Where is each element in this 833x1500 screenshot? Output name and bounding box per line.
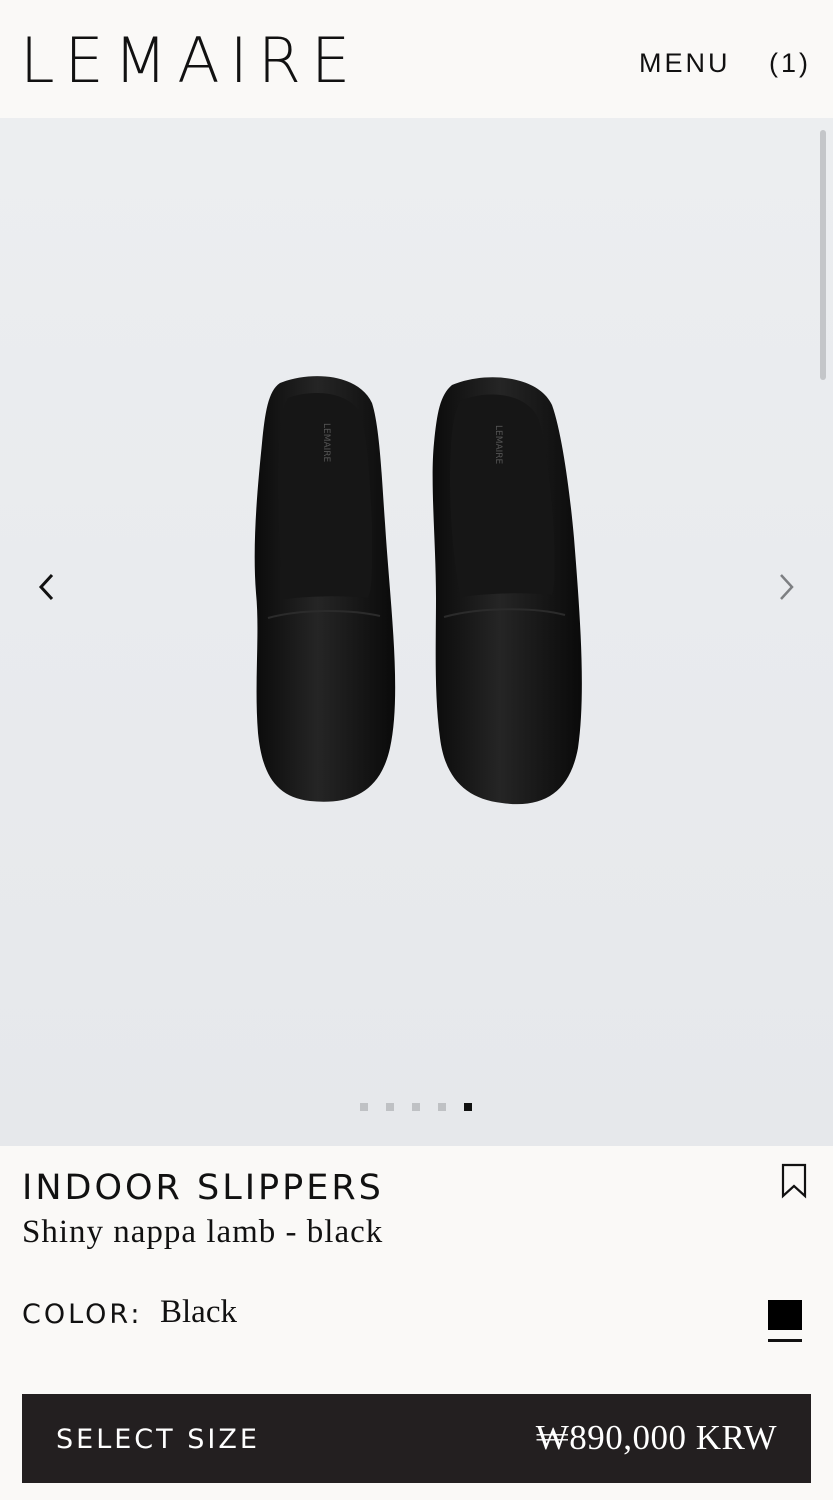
right-slipper: LEMAIRE — [432, 377, 582, 805]
scrollbar[interactable] — [820, 130, 826, 380]
product-image-gallery[interactable]: LEMAIRE LEMAIRE — [0, 118, 833, 1146]
pagination-dot[interactable] — [360, 1103, 368, 1111]
pagination-dot[interactable] — [438, 1103, 446, 1111]
color-value: Black — [160, 1294, 237, 1330]
menu-button[interactable]: MENU — [639, 48, 731, 79]
product-image: LEMAIRE LEMAIRE — [254, 376, 582, 805]
bookmark-icon — [781, 1163, 807, 1199]
left-slipper: LEMAIRE — [254, 376, 396, 802]
select-size-button[interactable]: SELECT SIZE ₩890,000 KRW — [22, 1394, 811, 1483]
product-price: ₩890,000 KRW — [535, 1418, 777, 1457]
pagination-dot-active[interactable] — [464, 1103, 472, 1111]
next-image-button[interactable] — [766, 567, 806, 607]
color-label: COLOR: — [22, 1299, 143, 1330]
site-header: LEMAIRE MENU (1) — [0, 0, 833, 118]
select-size-label: SELECT SIZE — [56, 1424, 260, 1455]
product-title: INDOOR SLIPPERS — [22, 1168, 384, 1208]
brand-logo[interactable]: LEMAIRE — [20, 26, 360, 96]
chevron-right-icon — [780, 574, 794, 600]
previous-image-button[interactable] — [27, 567, 67, 607]
chevron-left-icon — [38, 573, 54, 601]
cart-button[interactable]: (1) — [769, 48, 811, 79]
svg-text:LEMAIRE: LEMAIRE — [321, 423, 331, 463]
pagination-dot[interactable] — [386, 1103, 394, 1111]
color-swatch-black[interactable] — [768, 1300, 802, 1330]
swatch-selected-indicator — [768, 1339, 802, 1342]
svg-text:LEMAIRE: LEMAIRE — [493, 425, 503, 465]
wishlist-button[interactable] — [780, 1163, 808, 1204]
pagination-dot[interactable] — [412, 1103, 420, 1111]
product-subtitle: Shiny nappa lamb - black — [22, 1214, 384, 1250]
product-info: INDOOR SLIPPERS Shiny nappa lamb - black… — [0, 1146, 833, 1500]
